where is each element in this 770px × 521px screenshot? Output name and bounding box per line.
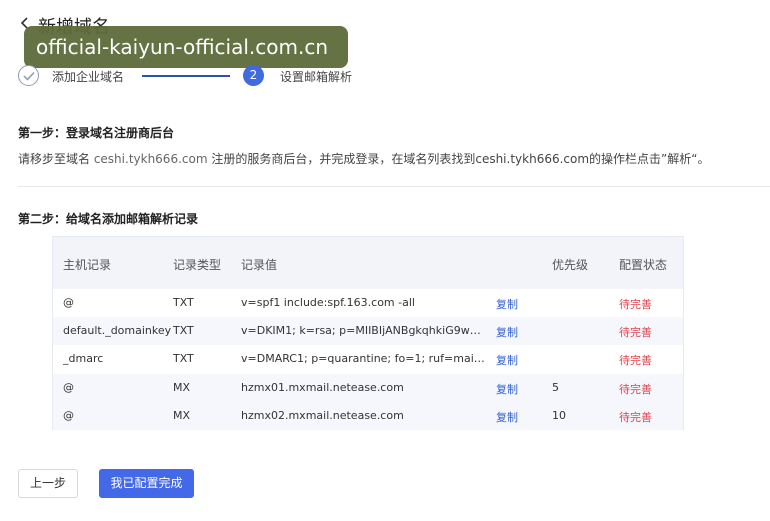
table-row: @ MX hzmx01.mxmail.netease.com 复制 5 待完善: [53, 374, 683, 402]
section-divider: [18, 186, 770, 187]
config-done-button[interactable]: 我已配置完成: [99, 469, 194, 498]
cell-type: MX: [173, 409, 191, 422]
instruction-domain: ceshi.tykh666.com: [93, 152, 208, 166]
cell-value: v=DKIM1; k=rsa; p=MIIBIjANBgkqhkiG9w0BA.…: [241, 324, 485, 337]
header-type: 记录类型: [173, 258, 222, 272]
copy-button[interactable]: 复制: [496, 381, 518, 397]
table-row: @ TXT v=spf1 include:spf.163.com -all 复制…: [53, 289, 683, 317]
copy-button[interactable]: 复制: [496, 324, 518, 340]
instruction-text-b: 注册的服务商后台，并完成登录，在域名列表找到ceshi.tykh666.com的…: [207, 152, 710, 166]
header-host: 主机记录: [63, 258, 112, 272]
copy-button[interactable]: 复制: [496, 296, 518, 312]
instruction-text-a: 请移步至域名: [18, 152, 94, 166]
header-status: 配置状态: [619, 258, 668, 272]
cell-type: TXT: [173, 296, 194, 309]
copy-button[interactable]: 复制: [496, 352, 518, 368]
section-1-title: 第一步：登录域名注册商后台: [18, 126, 175, 140]
cell-type: MX: [173, 381, 191, 394]
previous-step-button[interactable]: 上一步: [18, 469, 78, 498]
cell-host: default._domainkey: [63, 324, 171, 337]
steps-indicator: 添加企业域名 2 设置邮箱解析: [18, 65, 418, 87]
cell-host: _dmarc: [63, 352, 104, 365]
step-1-circle: [18, 65, 39, 86]
status-badge: 待完善: [619, 411, 652, 424]
cell-value: hzmx01.mxmail.netease.com: [241, 381, 404, 394]
copy-button[interactable]: 复制: [496, 409, 518, 425]
header-value: 记录值: [241, 258, 278, 272]
cell-priority: 10: [552, 409, 566, 422]
step-2-label: 设置邮箱解析: [280, 70, 353, 84]
watermark-banner: official-kaiyun-official.com.cn: [24, 26, 348, 68]
section-1-instruction: 请移步至域名 ceshi.tykh666.com 注册的服务商后台，并完成登录，…: [18, 150, 709, 167]
status-badge: 待完善: [619, 298, 652, 311]
cell-value: hzmx02.mxmail.netease.com: [241, 409, 404, 422]
cell-type: TXT: [173, 352, 194, 365]
table-row: default._domainkey TXT v=DKIM1; k=rsa; p…: [53, 317, 683, 345]
status-badge: 待完善: [619, 354, 652, 367]
cell-value: v=spf1 include:spf.163.com -all: [241, 296, 415, 309]
step-1-label: 添加企业域名: [52, 70, 125, 84]
header-priority: 优先级: [552, 258, 589, 272]
section-2-title: 第二步：给域名添加邮箱解析记录: [18, 212, 199, 226]
table-row: _dmarc TXT v=DMARC1; p=quarantine; fo=1;…: [53, 345, 683, 373]
status-badge: 待完善: [619, 326, 652, 339]
cell-host: @: [63, 381, 74, 394]
status-badge: 待完善: [619, 383, 652, 396]
step-connector: [142, 75, 230, 77]
cell-value: v=DMARC1; p=quarantine; fo=1; ruf=mailto…: [241, 352, 485, 365]
dns-record-table: 主机记录 记录类型 记录值 优先级 配置状态 @ TXT v=spf1 incl…: [52, 236, 684, 430]
cell-priority: 5: [552, 381, 559, 394]
step-2-circle: 2: [243, 65, 264, 86]
table-header: 主机记录 记录类型 记录值 优先级 配置状态: [53, 237, 683, 289]
check-icon: [23, 71, 35, 81]
table-row: @ MX hzmx02.mxmail.netease.com 复制 10 待完善: [53, 402, 683, 430]
cell-host: @: [63, 296, 74, 309]
cell-host: @: [63, 409, 74, 422]
cell-type: TXT: [173, 324, 194, 337]
